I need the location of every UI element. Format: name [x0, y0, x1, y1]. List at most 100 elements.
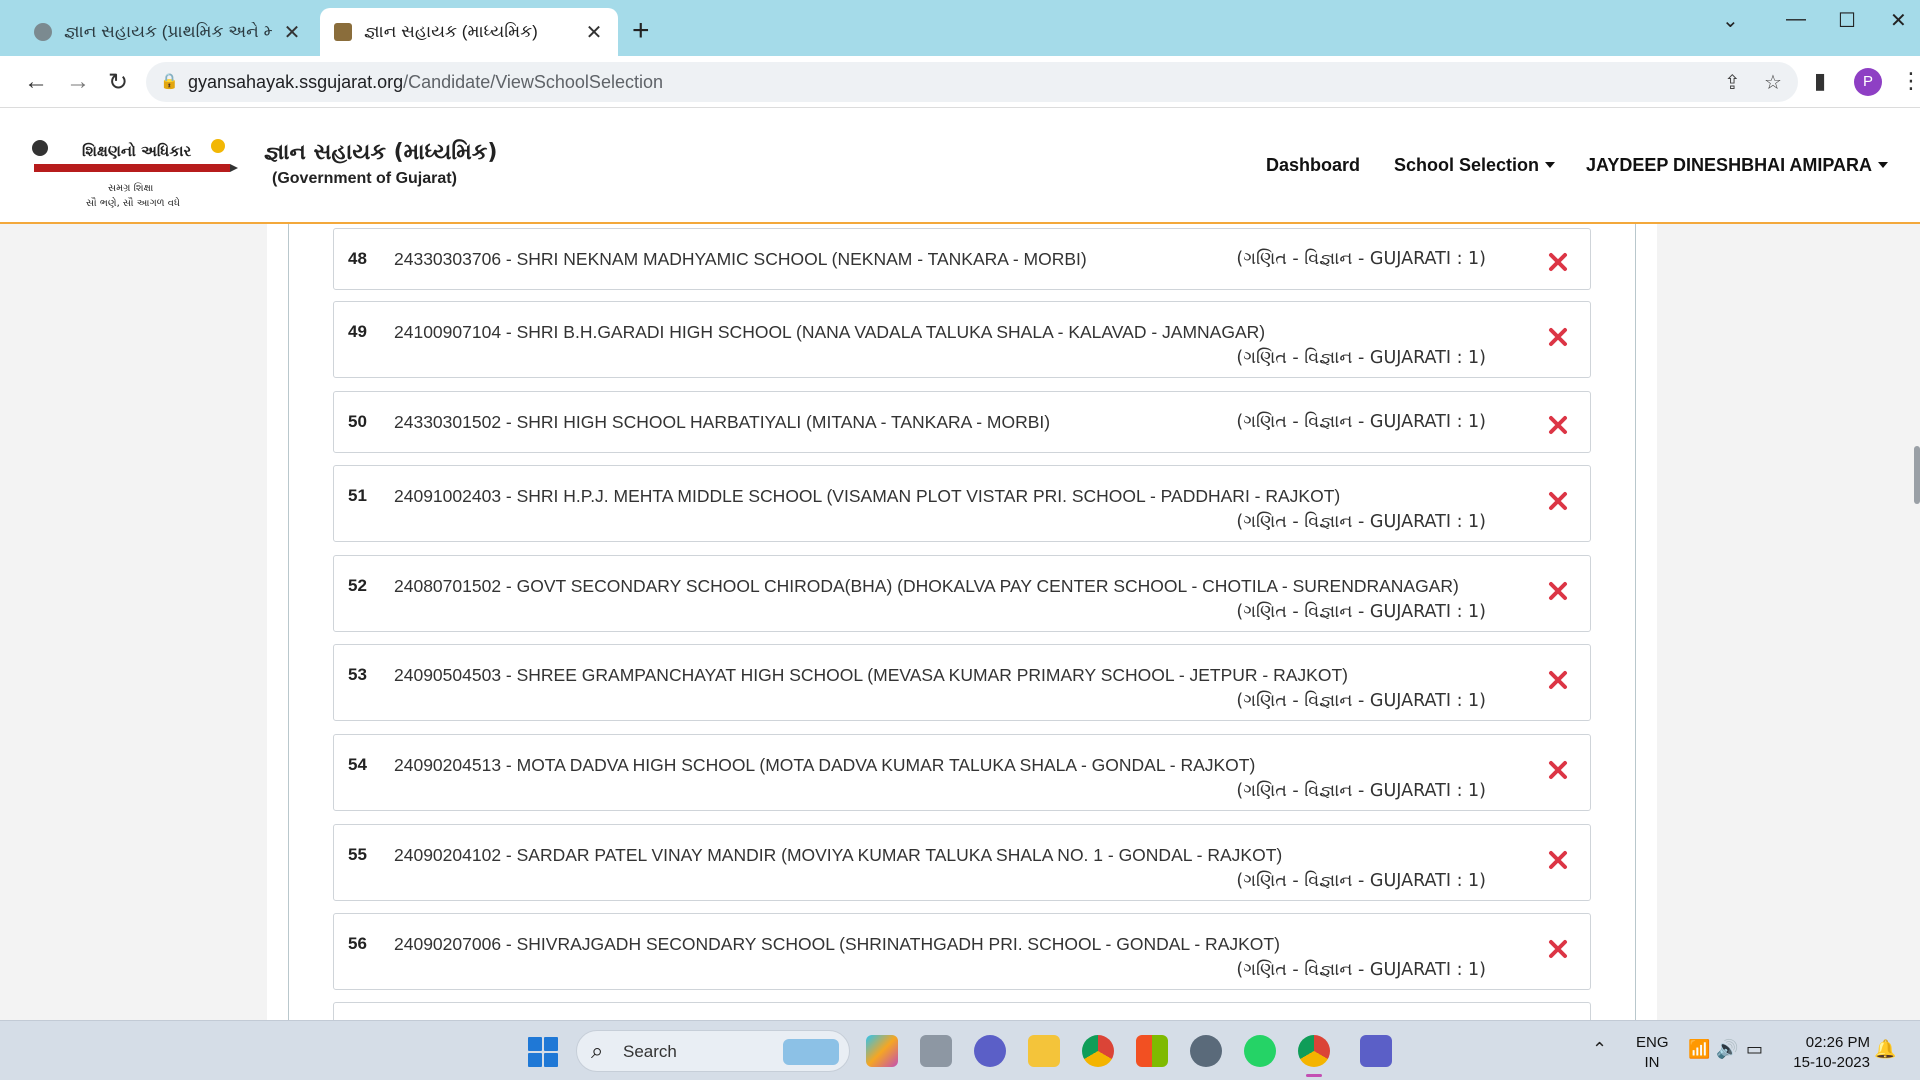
copilot-icon[interactable] — [866, 1035, 898, 1067]
caret-down-icon — [1545, 162, 1556, 168]
school-subject: (ગણિત - વિજ્ઞાન - GUJARATI : 1) — [1236, 412, 1486, 432]
school-row-number: 55 — [348, 845, 367, 864]
page-body: 48 24330303706 - SHRI NEKNAM MADHYAMIC S… — [0, 224, 1920, 1032]
input-language[interactable]: ENG IN — [1636, 1033, 1669, 1073]
side-panel-icon[interactable]: ▮ — [1814, 68, 1826, 94]
nav-user-label: JAYDEEP DINESHBHAI AMIPARA — [1586, 155, 1873, 175]
browser-tab[interactable]: જ્ઞાન સહાયક (પ્રાથમિક અને માધ્યમિ ✕ — [20, 8, 316, 56]
remove-school-icon[interactable] — [1545, 847, 1571, 873]
reload-icon[interactable]: ↻ — [104, 68, 132, 97]
remove-school-icon[interactable] — [1545, 488, 1571, 514]
school-row-number: 51 — [348, 486, 367, 505]
taskbar-clock[interactable]: 02:26 PM 15-10-2023 — [1786, 1033, 1870, 1073]
nav-school-selection-label: School Selection — [1394, 155, 1540, 175]
nav-school-selection-dropdown[interactable]: School Selection — [1394, 155, 1556, 176]
volume-icon[interactable]: 🔊 — [1716, 1039, 1738, 1060]
school-row: 56 24090207006 - SHIVRAJGADH SECONDARY S… — [333, 913, 1591, 990]
url-text[interactable]: gyansahayak.ssgujarat.org/Candidate/View… — [188, 72, 663, 93]
logo-child-left — [32, 140, 48, 156]
chrome-icon[interactable] — [1082, 1035, 1114, 1067]
school-row-number: 49 — [348, 322, 367, 341]
school-name: 24100907104 - SHRI B.H.GARADI HIGH SCHOO… — [394, 322, 1266, 342]
school-name: 24090204513 - MOTA DADVA HIGH SCHOOL (MO… — [394, 755, 1256, 775]
minimize-icon[interactable]: — — [1786, 8, 1806, 31]
page-scrollbar-thumb[interactable] — [1914, 446, 1920, 504]
new-tab-button[interactable]: + — [632, 14, 650, 48]
share-icon[interactable]: ⇪ — [1724, 70, 1741, 95]
tab-close-icon[interactable]: ✕ — [282, 20, 302, 45]
profile-avatar[interactable]: P — [1854, 68, 1882, 96]
notification-bell-icon[interactable]: 🔔 — [1874, 1039, 1896, 1060]
school-row: 48 24330303706 - SHRI NEKNAM MADHYAMIC S… — [333, 228, 1591, 290]
nav-dashboard-label: Dashboard — [1266, 155, 1361, 175]
chrome-profile-icon[interactable] — [1298, 1035, 1330, 1077]
logo-sub1: સમગ્ર શિક્ષા — [108, 182, 154, 194]
windows-taskbar: ⌕ Search ⌃ ENG IN 📶 🔊 ▭ 02:26 PM 15-10-2… — [0, 1020, 1920, 1080]
bookmark-star-icon[interactable]: ☆ — [1764, 70, 1782, 95]
school-subject: (ગણિત - વિજ્ઞાન - GUJARATI : 1) — [1236, 249, 1486, 269]
whatsapp-icon[interactable] — [1244, 1035, 1276, 1067]
file-explorer-icon[interactable] — [1028, 1035, 1060, 1067]
forward-icon[interactable]: → — [64, 68, 92, 96]
settings-gear-icon[interactable] — [1190, 1035, 1222, 1067]
globe-icon — [34, 23, 52, 41]
school-subject: (ગણિત - વિજ્ઞાન - GUJARATI : 1) — [1236, 602, 1486, 622]
logo-sub2: સૌ ભણે, સૌ આગળ વધે — [86, 196, 180, 209]
microsoft-store-icon[interactable] — [1136, 1035, 1168, 1067]
window-close-icon[interactable]: ✕ — [1890, 8, 1907, 33]
browser-tab-active[interactable]: જ્ઞાન સહાયક (માધ્યમિક) ✕ — [320, 8, 618, 56]
browser-toolbar: ← → ↻ 🔒 gyansahayak.ssgujarat.org/Candid… — [0, 56, 1920, 108]
back-icon[interactable]: ← — [22, 68, 50, 96]
remove-school-icon[interactable] — [1545, 578, 1571, 604]
logo-pencil — [34, 164, 230, 172]
remove-school-icon[interactable] — [1545, 936, 1571, 962]
taskbar-search-label: Search — [623, 1042, 677, 1061]
url-path: /Candidate/ViewSchoolSelection — [403, 72, 663, 92]
remove-school-icon[interactable] — [1545, 667, 1571, 693]
remove-school-icon[interactable] — [1545, 412, 1571, 438]
school-name: 24090204102 - SARDAR PATEL VINAY MANDIR … — [394, 845, 1283, 865]
windows-start-icon[interactable] — [528, 1037, 558, 1067]
task-view-icon[interactable] — [920, 1035, 952, 1067]
menu-kebab-icon[interactable]: ⋮ — [1900, 68, 1920, 94]
show-hidden-icons-chevron-icon[interactable]: ⌃ — [1592, 1039, 1607, 1060]
site-subtitle: (Government of Gujarat) — [272, 170, 457, 187]
logo-pencil-tip — [230, 164, 238, 172]
clock-date: 15-10-2023 — [1793, 1054, 1870, 1071]
address-bar[interactable]: 🔒 gyansahayak.ssgujarat.org/Candidate/Vi… — [146, 62, 1798, 102]
school-row: 55 24090204102 - SARDAR PATEL VINAY MAND… — [333, 824, 1591, 901]
school-row: 50 24330301502 - SHRI HIGH SCHOOL HARBAT… — [333, 391, 1591, 453]
school-row: 52 24080701502 - GOVT SECONDARY SCHOOL C… — [333, 555, 1591, 632]
school-subject: (ગણિત - વિજ્ઞાન - GUJARATI : 1) — [1236, 781, 1486, 801]
remove-school-icon[interactable] — [1545, 249, 1571, 275]
remove-school-icon[interactable] — [1545, 324, 1571, 350]
battery-icon[interactable]: ▭ — [1746, 1039, 1763, 1060]
chat-meet-icon[interactable] — [974, 1035, 1006, 1067]
school-name: 24330303706 - SHRI NEKNAM MADHYAMIC SCHO… — [394, 249, 1087, 269]
site-title[interactable]: જ્ઞાન સહાયક (માધ્યમિક) — [264, 140, 497, 165]
school-row-number: 56 — [348, 934, 367, 953]
wifi-icon[interactable]: 📶 — [1688, 1039, 1710, 1060]
school-row-number: 48 — [348, 249, 367, 268]
tab-title: જ્ઞાન સહાયક (માધ્યમિક) — [364, 22, 538, 41]
maximize-icon[interactable]: ☐ — [1838, 8, 1856, 33]
school-name: 24080701502 - GOVT SECONDARY SCHOOL CHIR… — [394, 576, 1459, 596]
taskbar-search[interactable]: ⌕ Search — [576, 1030, 850, 1072]
school-subject: (ગણિત - વિજ્ઞાન - GUJARATI : 1) — [1236, 960, 1486, 980]
school-row: 54 24090204513 - MOTA DADVA HIGH SCHOOL … — [333, 734, 1591, 811]
lock-icon[interactable]: 🔒 — [160, 72, 179, 90]
school-subject: (ગણિત - વિજ્ઞાન - GUJARATI : 1) — [1236, 512, 1486, 532]
remove-school-icon[interactable] — [1545, 757, 1571, 783]
search-highlight-icon — [783, 1039, 839, 1065]
site-logo[interactable]: શિક્ષણનો અધિકાર સમગ્ર શિક્ષા સૌ ભણે, સૌ … — [28, 126, 238, 212]
nav-dashboard[interactable]: Dashboard — [1266, 155, 1360, 176]
teams-icon[interactable] — [1360, 1035, 1392, 1067]
tab-close-icon[interactable]: ✕ — [584, 20, 604, 45]
emblem-icon — [334, 23, 352, 41]
school-name: 24330301502 - SHRI HIGH SCHOOL HARBATIYA… — [394, 412, 1051, 432]
school-subject: (ગણિત - વિજ્ઞાન - GUJARATI : 1) — [1236, 691, 1486, 711]
tab-search-icon[interactable]: ⌄ — [1722, 8, 1739, 33]
nav-user-dropdown[interactable]: JAYDEEP DINESHBHAI AMIPARA — [1586, 155, 1889, 176]
school-row-number: 50 — [348, 412, 367, 431]
lang-line1: ENG — [1636, 1034, 1669, 1051]
